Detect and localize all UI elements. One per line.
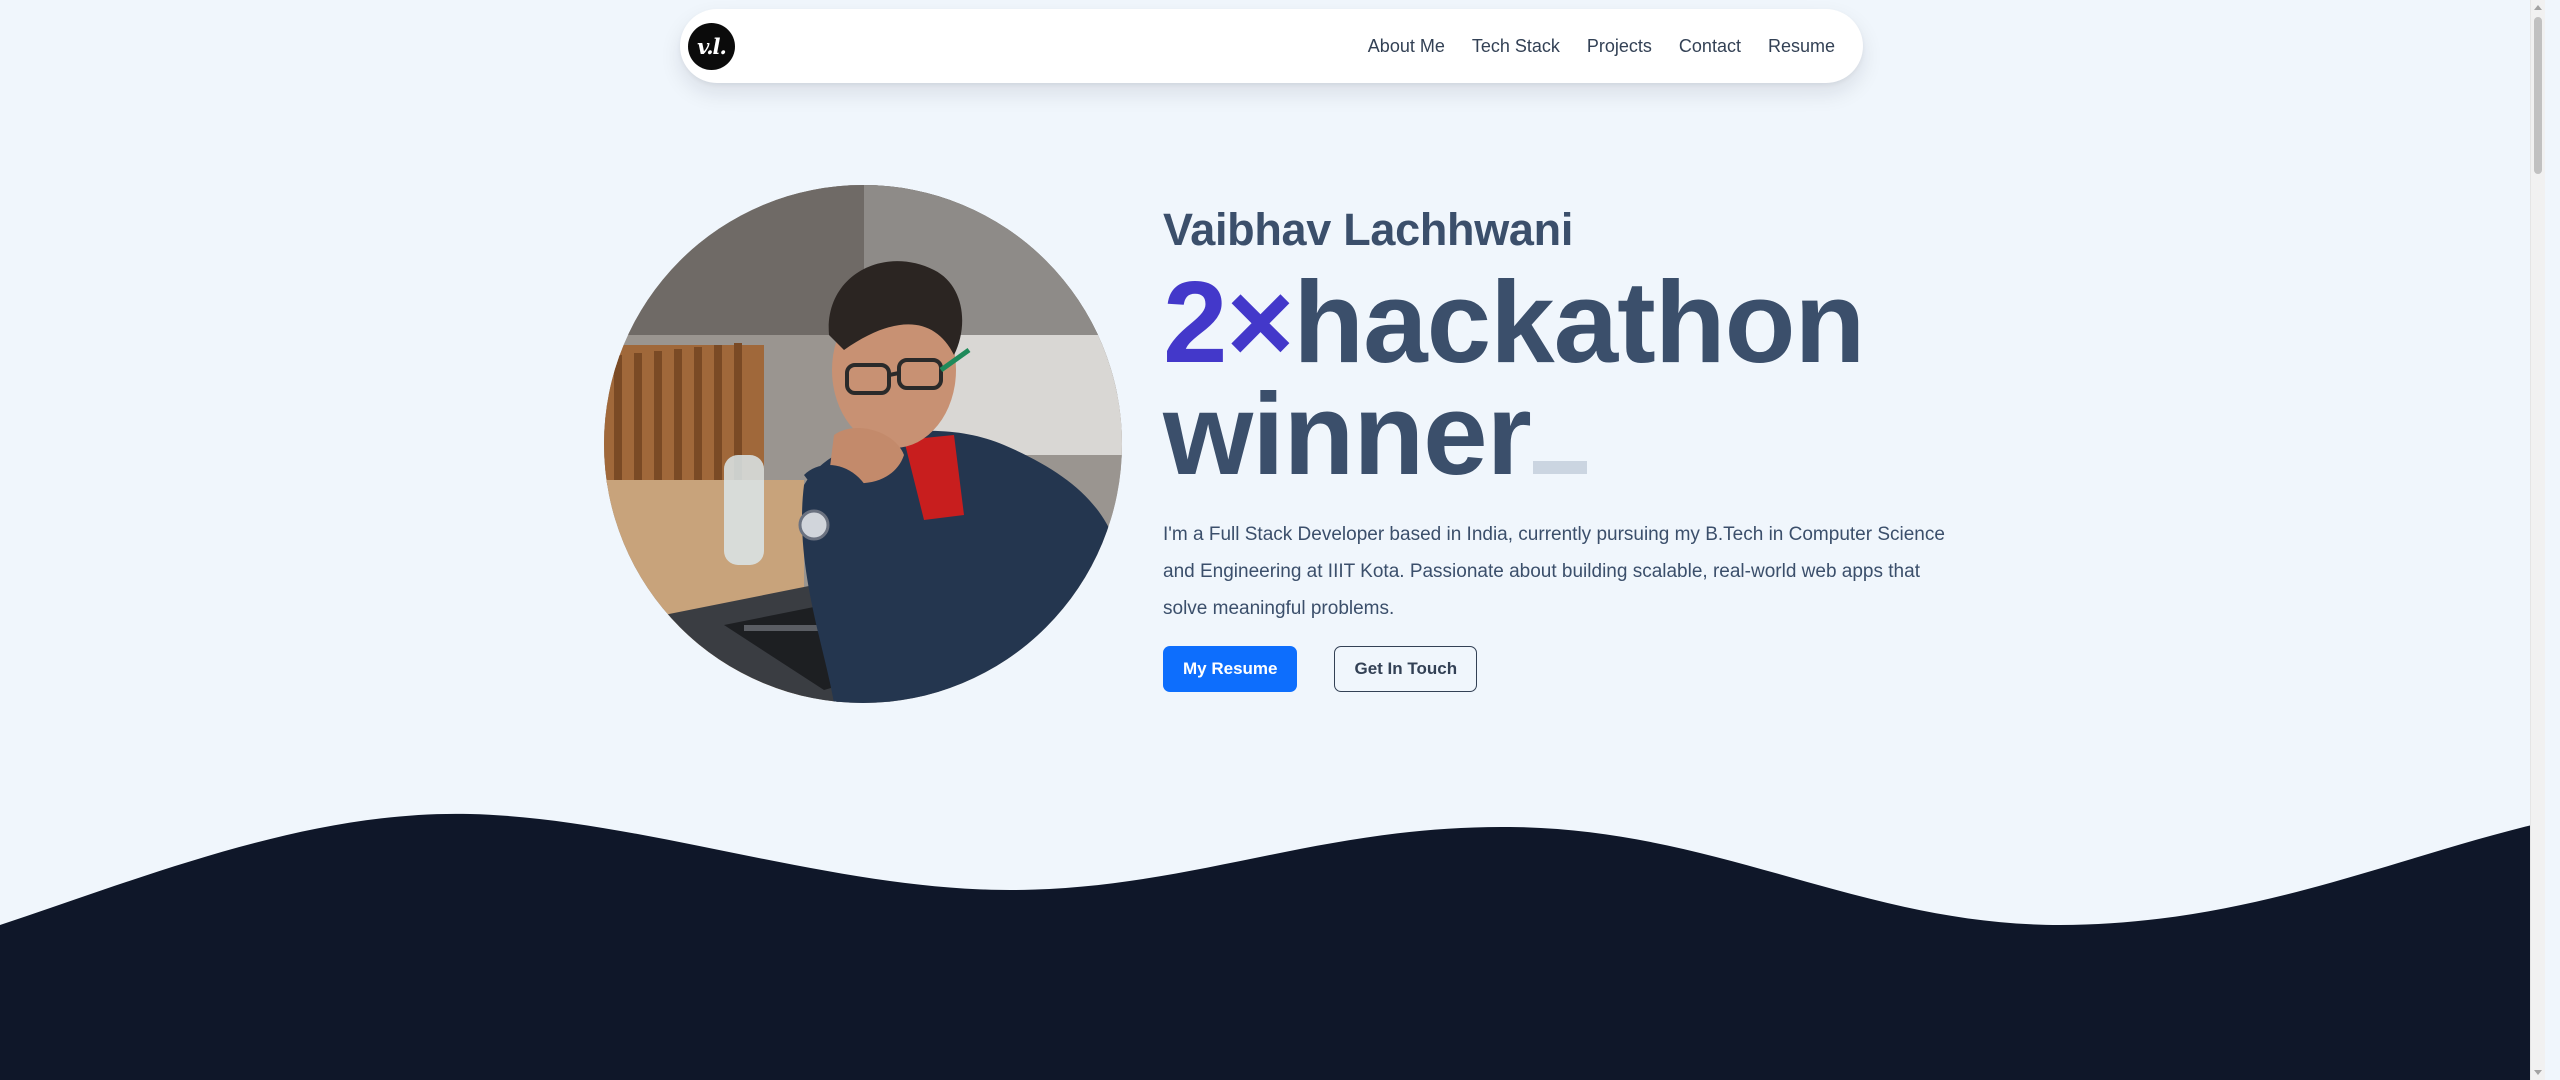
profile-photo: [604, 185, 1122, 703]
hero-bio: I'm a Full Stack Developer based in Indi…: [1163, 524, 1945, 619]
portfolio-page: v.l. About Me Tech Stack Projects Contac…: [0, 0, 2545, 1080]
headline-accent: 2×: [1163, 257, 1294, 387]
nav-link-resume[interactable]: Resume: [1768, 36, 1835, 57]
my-resume-button[interactable]: My Resume: [1163, 646, 1298, 692]
navbar: v.l. About Me Tech Stack Projects Contac…: [680, 9, 1863, 83]
get-in-touch-button[interactable]: Get In Touch: [1334, 646, 1478, 692]
hero-content: Vaibhav Lachhwani 2×hackathon winner I'm…: [1163, 200, 1963, 692]
nav-links: About Me Tech Stack Projects Contact Res…: [1368, 9, 1835, 83]
vertical-scrollbar[interactable]: [2530, 0, 2545, 1080]
scroll-up-icon[interactable]: [2534, 5, 2542, 10]
nav-link-projects[interactable]: Projects: [1587, 36, 1652, 57]
nav-link-contact[interactable]: Contact: [1679, 36, 1741, 57]
hero-actions: My Resume Get In Touch: [1163, 646, 1963, 692]
hero-name: Vaibhav Lachhwani: [1163, 204, 1574, 255]
logo[interactable]: v.l.: [688, 23, 735, 70]
nav-link-tech-stack[interactable]: Tech Stack: [1472, 36, 1560, 57]
logo-text: v.l.: [697, 34, 727, 59]
dark-wave-section: [0, 813, 2545, 1080]
hero-headline: 2×hackathon winner: [1163, 264, 1963, 492]
nav-link-about-me[interactable]: About Me: [1368, 36, 1445, 57]
scrollbar-thumb[interactable]: [2534, 17, 2542, 174]
scroll-down-icon[interactable]: [2534, 1070, 2542, 1075]
typing-cursor: [1532, 461, 1587, 474]
